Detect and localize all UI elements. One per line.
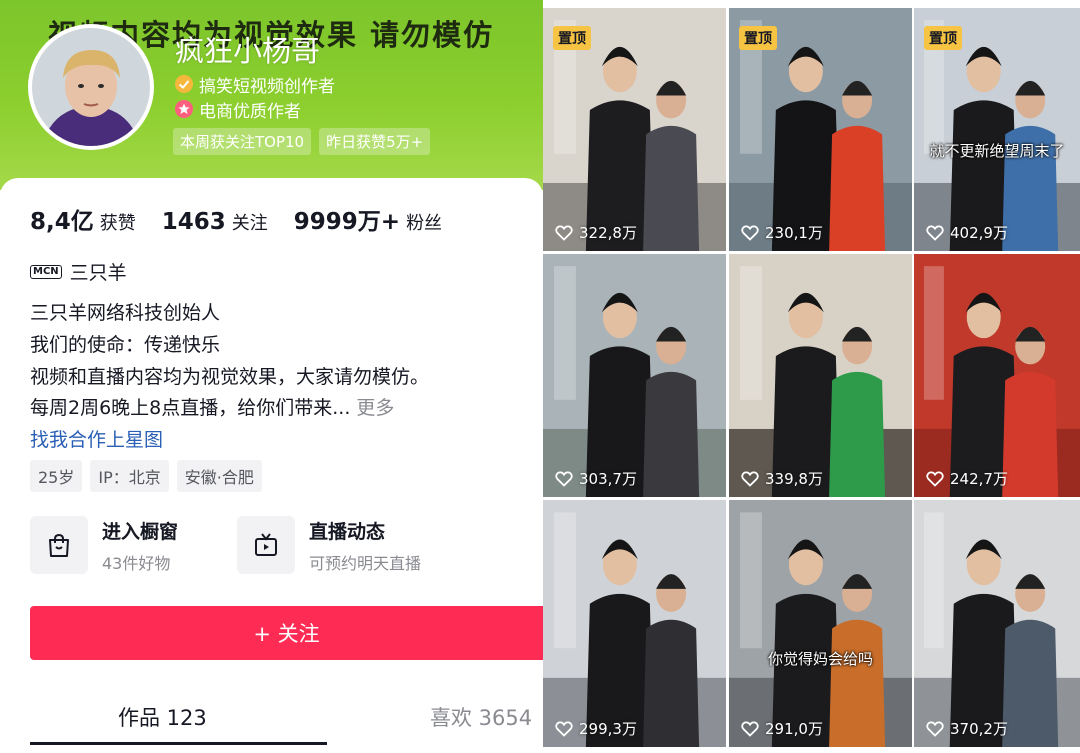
active-tab-indicator	[30, 742, 327, 745]
video-likes: 370,2万	[926, 718, 1008, 739]
honor-tag[interactable]: 昨日获赞5万+	[319, 128, 431, 155]
following-count[interactable]: 1463	[162, 209, 226, 235]
verified-check-icon	[175, 75, 193, 93]
heart-icon	[741, 720, 759, 737]
bio-line: 我们的使命：传递快乐	[30, 334, 221, 356]
pinned-badge: 置顶	[553, 26, 591, 50]
video-likes-count: 303,7万	[579, 470, 637, 488]
video-likes-count: 322,8万	[579, 224, 637, 242]
video-likes: 339,8万	[741, 468, 823, 489]
heart-icon	[926, 470, 944, 487]
video-grid: 置顶 322,8万 置顶 230,1万 置顶就不更新绝望周末了 402,9万 303,7万 3…	[543, 0, 1080, 753]
heart-icon	[555, 470, 573, 487]
video-thumbnail[interactable]: 你觉得妈会给吗 291,0万	[729, 500, 912, 747]
content-tabs: 作品 123 喜欢 3654	[0, 690, 543, 753]
bio-line: 视频和直播内容均为视觉效果，大家请勿模仿。	[30, 366, 430, 388]
avatar[interactable]	[32, 28, 150, 146]
video-thumbnail[interactable]: 置顶 230,1万	[729, 8, 912, 251]
followers-label: 粉丝	[406, 213, 443, 234]
follow-button[interactable]: + 关注	[30, 606, 543, 660]
bio-line-last: 每周2周6晚上8点直播，给你们带来... 更多	[30, 393, 394, 420]
followers-count[interactable]: 9999万+	[294, 202, 400, 236]
mcn-icon: MCN	[30, 264, 62, 279]
avatar-image	[32, 28, 150, 146]
video-likes: 242,7万	[926, 468, 1008, 489]
video-likes: 291,0万	[741, 718, 823, 739]
thumbnail-image	[914, 254, 1080, 497]
honor-tags: 本周获关注TOP10 昨日获赞5万+	[173, 128, 431, 155]
ip-chip: IP：北京	[90, 460, 169, 492]
video-likes-count: 370,2万	[950, 720, 1008, 738]
tab-likes[interactable]: 喜欢 3654	[430, 702, 532, 732]
video-likes-count: 402,9万	[950, 224, 1008, 242]
video-caption: 你觉得妈会给吗	[767, 650, 873, 668]
cert-creator: 搞笑短视频创作者	[175, 72, 335, 97]
age-chip: 25岁	[30, 460, 83, 492]
video-thumbnail[interactable]: 置顶就不更新绝望周末了 402,9万	[914, 8, 1080, 251]
pinned-badge: 置顶	[924, 26, 962, 50]
shop-window-title: 进入橱窗	[102, 520, 179, 543]
video-thumbnail[interactable]: 339,8万	[729, 254, 912, 497]
tv-icon	[237, 516, 295, 574]
thumbnail-image	[543, 254, 726, 497]
thumbnail-image	[914, 500, 1080, 747]
cert-creator-label: 搞笑短视频创作者	[199, 76, 335, 97]
mcn-row[interactable]: MCN 三只羊	[30, 258, 127, 285]
video-likes: 303,7万	[555, 468, 637, 489]
profile-chips: 25岁 IP：北京 安徽·合肥	[30, 460, 262, 492]
thumbnail-image	[543, 500, 726, 747]
video-likes: 230,1万	[741, 222, 823, 243]
video-likes-count: 291,0万	[765, 720, 823, 738]
video-thumbnail[interactable]: 370,2万	[914, 500, 1080, 747]
video-likes: 322,8万	[555, 222, 637, 243]
heart-icon	[741, 470, 759, 487]
video-likes-count: 230,1万	[765, 224, 823, 242]
live-updates-subtitle: 可预约明天直播	[309, 553, 422, 573]
bio-line: 三只羊网络科技创始人	[30, 302, 221, 324]
shop-window-subtitle: 43件好物	[102, 553, 171, 573]
heart-icon	[741, 224, 759, 241]
live-updates-title: 直播动态	[309, 520, 386, 543]
thumbnail-image	[729, 500, 912, 747]
following-label: 关注	[231, 213, 268, 234]
video-thumbnail[interactable]: 置顶 322,8万	[543, 8, 726, 251]
pinned-badge: 置顶	[739, 26, 777, 50]
live-updates-entry[interactable]: 直播动态 可预约明天直播	[237, 516, 421, 574]
honor-tag[interactable]: 本周获关注TOP10	[173, 128, 312, 155]
profile-stats: 8,4亿 获赞 1463 关注 9999万+ 粉丝	[30, 202, 468, 236]
video-thumbnail[interactable]: 242,7万	[914, 254, 1080, 497]
location-chip: 安徽·合肥	[176, 460, 262, 492]
tab-works[interactable]: 作品 123	[118, 702, 207, 732]
video-thumbnail[interactable]: 303,7万	[543, 254, 726, 497]
likes-label: 获赞	[99, 213, 136, 234]
profile-name: 疯狂小杨哥	[175, 34, 321, 68]
shop-window-entry[interactable]: 进入橱窗 43件好物	[30, 516, 178, 574]
heart-icon	[555, 720, 573, 737]
thumbnail-image	[729, 254, 912, 497]
more-link[interactable]: 更多	[356, 397, 394, 419]
shopping-bag-icon	[30, 516, 88, 574]
video-likes: 299,3万	[555, 718, 637, 739]
video-caption: 就不更新绝望周末了	[929, 142, 1065, 160]
cert-ecommerce-label: 电商优质作者	[199, 101, 301, 122]
cert-ecommerce: 电商优质作者	[175, 97, 301, 122]
star-badge-icon	[175, 100, 193, 118]
video-likes-count: 242,7万	[950, 470, 1008, 488]
heart-icon	[555, 224, 573, 241]
cooperation-link[interactable]: 找我合作上星图	[30, 425, 163, 452]
likes-count[interactable]: 8,4亿	[30, 202, 94, 236]
heart-icon	[926, 720, 944, 737]
video-likes-count: 339,8万	[765, 470, 823, 488]
video-likes-count: 299,3万	[579, 720, 637, 738]
profile-panel: 视频内容均为视觉效果 请勿模仿 疯狂小杨哥 搞笑短视频创作者 电商优质作者 本周…	[0, 0, 543, 753]
bio-line: 每周2周6晚上8点直播，给你们带来...	[30, 397, 351, 419]
video-thumbnail[interactable]: 299,3万	[543, 500, 726, 747]
heart-icon	[926, 224, 944, 241]
video-likes: 402,9万	[926, 222, 1008, 243]
mcn-name: 三只羊	[69, 262, 127, 284]
